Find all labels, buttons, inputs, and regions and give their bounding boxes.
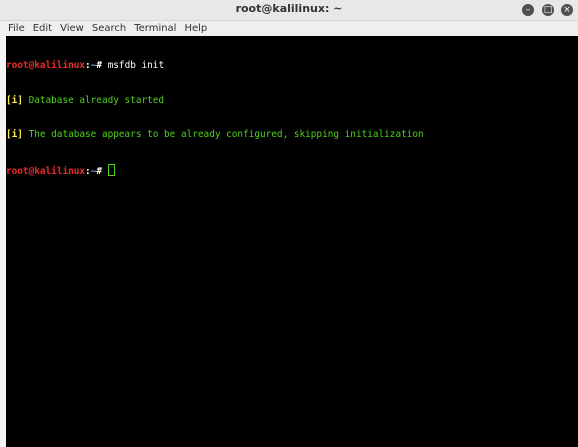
terminal-line-prompt: root@kalilinux:~# xyxy=(6,163,578,177)
terminal-output[interactable]: root@kalilinux:~# msfdb init [i] Databas… xyxy=(6,36,578,447)
info-tag: [i] xyxy=(6,94,23,106)
menu-file[interactable]: File xyxy=(8,21,25,36)
info-tag: [i] xyxy=(6,129,23,140)
title-bar[interactable]: root@kalilinux: ~ – □ × xyxy=(0,0,578,21)
menu-view[interactable]: View xyxy=(60,21,84,36)
menu-bar: File Edit View Search Terminal Help xyxy=(0,21,578,36)
terminal-line-output: [i] The database appears to be already c… xyxy=(6,129,578,141)
command-text: msfdb init xyxy=(102,60,165,71)
maximize-icon: □ xyxy=(543,5,553,15)
close-icon: × xyxy=(563,5,571,15)
close-button[interactable]: × xyxy=(561,4,573,16)
terminal-window: root@kalilinux: ~ – □ × File Edit View S… xyxy=(0,0,578,447)
text-cursor xyxy=(107,163,115,176)
window-title: root@kalilinux: ~ xyxy=(235,2,343,15)
terminal-line-output: [i] Database already started xyxy=(6,95,578,107)
output-text: The database appears to be already confi… xyxy=(22,129,424,140)
menu-edit[interactable]: Edit xyxy=(33,21,52,36)
prompt-user: root@kalilinux xyxy=(6,165,86,177)
output-text: Database already started xyxy=(22,94,165,106)
prompt-user: root@kalilinux xyxy=(6,60,86,71)
menu-terminal[interactable]: Terminal xyxy=(134,21,176,36)
menu-help[interactable]: Help xyxy=(184,21,207,36)
minimize-button[interactable]: – xyxy=(522,4,534,16)
maximize-button[interactable]: □ xyxy=(542,4,554,16)
menu-search[interactable]: Search xyxy=(92,21,126,36)
terminal-line-command: root@kalilinux:~# msfdb init xyxy=(6,60,578,72)
minimize-icon: – xyxy=(525,5,531,15)
